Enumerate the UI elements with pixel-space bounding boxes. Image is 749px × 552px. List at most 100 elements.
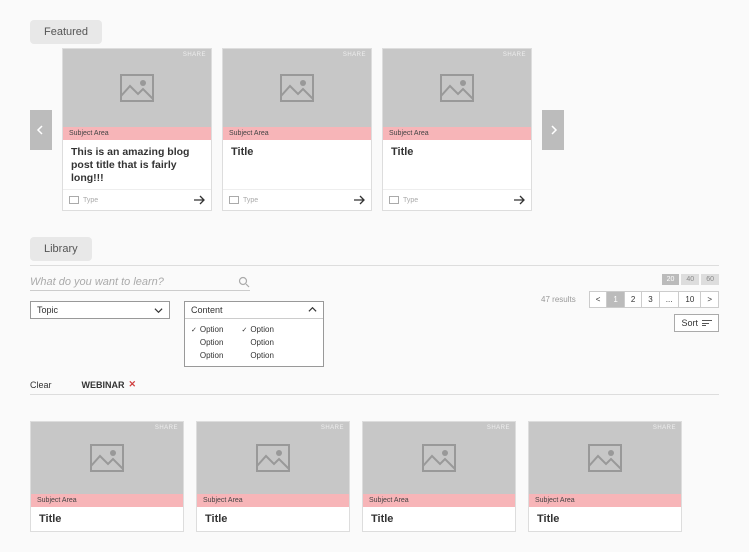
- clear-button[interactable]: Clear: [30, 380, 52, 390]
- option-item[interactable]: ✓Option: [191, 323, 223, 336]
- share-button[interactable]: SHARE: [487, 425, 510, 431]
- card-title: Title: [39, 513, 175, 525]
- image-placeholder-icon: [90, 444, 124, 472]
- topic-select[interactable]: Topic: [30, 301, 170, 319]
- page-size-selector: 20 40 60: [662, 274, 719, 285]
- card-image: SHARE: [197, 422, 349, 494]
- share-button[interactable]: SHARE: [503, 52, 526, 58]
- type-icon: [229, 196, 239, 204]
- search-icon: [238, 276, 250, 288]
- share-button[interactable]: SHARE: [321, 425, 344, 431]
- carousel-prev-button[interactable]: [30, 110, 52, 150]
- option-label: Option: [250, 338, 274, 347]
- option-item[interactable]: ✓Option: [241, 336, 273, 349]
- pager-ellipsis: ...: [659, 291, 680, 308]
- chevron-down-icon: [154, 306, 163, 315]
- share-button[interactable]: SHARE: [343, 52, 366, 58]
- library-grid: SHARE Subject Area Title SHARE Subject A…: [30, 421, 719, 532]
- sort-icon: [702, 319, 712, 328]
- image-placeholder-icon: [588, 444, 622, 472]
- featured-card[interactable]: SHARE Subject Area Title Type: [222, 48, 372, 211]
- option-item[interactable]: ✓Option: [191, 349, 223, 362]
- featured-card[interactable]: SHARE Subject Area This is an amazing bl…: [62, 48, 212, 211]
- card-footer: Type: [383, 189, 531, 210]
- subject-badge: Subject Area: [383, 127, 531, 140]
- sort-label: Sort: [681, 318, 698, 328]
- pager-prev[interactable]: <: [589, 291, 608, 308]
- content-label: Content: [191, 305, 223, 315]
- page-size-option[interactable]: 20: [662, 274, 680, 285]
- share-button[interactable]: SHARE: [183, 52, 206, 58]
- share-button[interactable]: SHARE: [155, 425, 178, 431]
- pager-page[interactable]: 3: [641, 291, 659, 308]
- content-type: Type: [389, 196, 418, 204]
- card-title: This is an amazing blog post title that …: [71, 146, 203, 185]
- library-card[interactable]: SHARE Subject Area Title: [196, 421, 350, 532]
- pager-next[interactable]: >: [700, 291, 719, 308]
- type-label: Type: [403, 197, 418, 204]
- option-label: Option: [200, 338, 224, 347]
- subject-badge: Subject Area: [31, 494, 183, 507]
- content-options: ✓Option ✓Option ✓Option ✓Option ✓Option …: [185, 319, 323, 366]
- search-input[interactable]: What do you want to learn?: [30, 274, 250, 291]
- card-title: Title: [391, 146, 523, 158]
- card-image: SHARE: [31, 422, 183, 494]
- card-image: SHARE: [363, 422, 515, 494]
- card-image: SHARE: [223, 49, 371, 127]
- chip-label: WEBINAR: [82, 380, 125, 390]
- card-footer: Type: [63, 189, 211, 210]
- card-image: SHARE: [383, 49, 531, 127]
- subject-badge: Subject Area: [63, 127, 211, 140]
- arrow-right-icon[interactable]: [353, 194, 365, 206]
- option-label: Option: [200, 351, 224, 360]
- arrow-right-icon[interactable]: [513, 194, 525, 206]
- sort-button[interactable]: Sort: [674, 314, 719, 332]
- option-item[interactable]: ✓Option: [191, 336, 223, 349]
- check-icon: ✓: [241, 327, 247, 334]
- card-title: Title: [371, 513, 507, 525]
- image-placeholder-icon: [440, 74, 474, 102]
- library-tab: Library: [30, 237, 92, 261]
- pagination: < 1 2 3 ... 10 >: [590, 291, 719, 308]
- option-label: Option: [250, 351, 274, 360]
- results-count: 47 results: [541, 295, 576, 304]
- library-card[interactable]: SHARE Subject Area Title: [362, 421, 516, 532]
- card-image: SHARE: [63, 49, 211, 127]
- type-icon: [389, 196, 399, 204]
- card-image: SHARE: [529, 422, 681, 494]
- option-item[interactable]: ✓Option: [241, 349, 273, 362]
- divider: [30, 394, 719, 395]
- topic-label: Topic: [37, 305, 58, 315]
- image-placeholder-icon: [256, 444, 290, 472]
- search-placeholder: What do you want to learn?: [30, 276, 238, 288]
- option-label: Option: [200, 325, 224, 334]
- type-label: Type: [243, 197, 258, 204]
- featured-carousel: SHARE Subject Area This is an amazing bl…: [30, 48, 719, 211]
- page-size-option[interactable]: 60: [701, 274, 719, 285]
- arrow-right-icon[interactable]: [193, 194, 205, 206]
- chevron-up-icon: [308, 305, 317, 314]
- library-card[interactable]: SHARE Subject Area Title: [30, 421, 184, 532]
- card-title: Title: [231, 146, 363, 158]
- subject-badge: Subject Area: [223, 127, 371, 140]
- check-icon: ✓: [191, 327, 197, 334]
- subject-badge: Subject Area: [197, 494, 349, 507]
- option-item[interactable]: ✓Option: [241, 323, 273, 336]
- arrow-right-icon: [548, 125, 558, 135]
- card-title: Title: [537, 513, 673, 525]
- arrow-left-icon: [36, 125, 46, 135]
- page-size-option[interactable]: 40: [681, 274, 699, 285]
- pager-page[interactable]: 2: [624, 291, 642, 308]
- content-select[interactable]: Content ✓Option ✓Option ✓Option ✓Option …: [184, 301, 324, 367]
- pager-page[interactable]: 1: [606, 291, 624, 308]
- featured-card[interactable]: SHARE Subject Area Title Type: [382, 48, 532, 211]
- type-icon: [69, 196, 79, 204]
- chip-remove-button[interactable]: ✕: [129, 379, 137, 390]
- featured-tab: Featured: [30, 20, 102, 44]
- pager-page[interactable]: 10: [678, 291, 701, 308]
- option-label: Option: [250, 325, 274, 334]
- share-button[interactable]: SHARE: [653, 425, 676, 431]
- library-card[interactable]: SHARE Subject Area Title: [528, 421, 682, 532]
- carousel-next-button[interactable]: [542, 110, 564, 150]
- image-placeholder-icon: [280, 74, 314, 102]
